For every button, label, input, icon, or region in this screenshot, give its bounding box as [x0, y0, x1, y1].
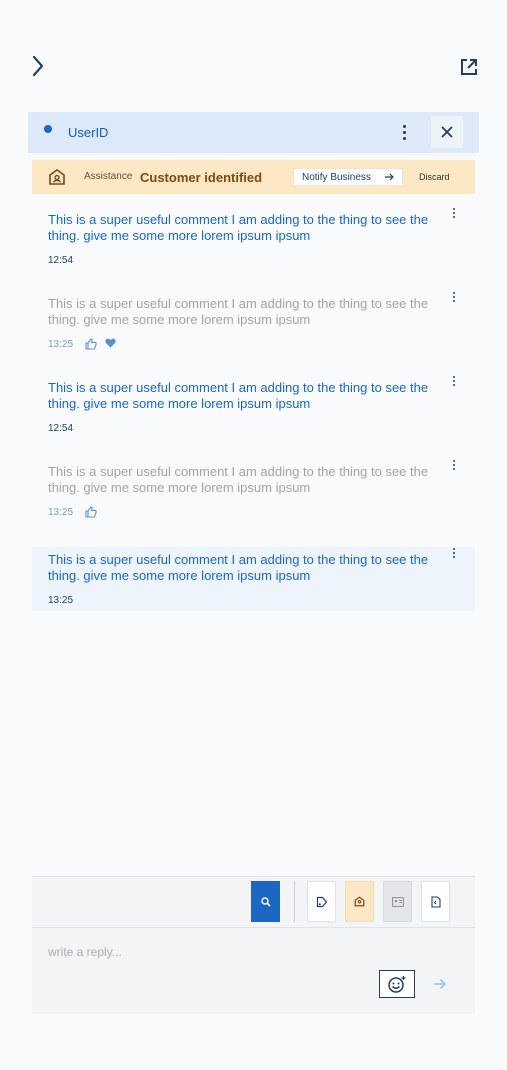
message-more-button[interactable]	[451, 292, 457, 306]
store-icon	[49, 169, 65, 185]
arrow-right-icon	[385, 173, 394, 181]
chevron-right-icon	[32, 55, 44, 77]
open-external-icon	[461, 59, 477, 75]
discard-button[interactable]: Discard	[419, 172, 450, 182]
id-card-button[interactable]	[383, 881, 412, 922]
online-status-dot	[44, 125, 52, 133]
message-text: This is a super useful comment I am addi…	[48, 380, 429, 411]
search-icon	[260, 896, 271, 907]
store-icon	[354, 896, 365, 907]
notify-business-label: Notify Business	[302, 171, 371, 183]
banner-title: Customer identified	[140, 170, 263, 185]
tag-button[interactable]	[307, 881, 336, 922]
reply-input[interactable]	[48, 943, 378, 961]
close-button[interactable]	[431, 116, 463, 148]
assistance-label: Assistance	[84, 171, 133, 182]
conversation-header: UserID	[28, 112, 479, 153]
expand-chevron-button[interactable]	[26, 52, 50, 80]
emoji-button[interactable]	[379, 970, 415, 998]
reply-composer	[32, 876, 475, 1014]
message-text: This is a super useful comment I am addi…	[48, 212, 429, 243]
document-button[interactable]	[421, 881, 450, 922]
message-time: 12:54	[48, 255, 74, 266]
send-button[interactable]	[426, 970, 454, 998]
tag-icon	[316, 896, 327, 907]
user-id-label: UserID	[68, 125, 109, 140]
thumbs-up-icon[interactable]	[85, 338, 97, 350]
message-more-button[interactable]	[451, 548, 457, 562]
heart-icon[interactable]	[105, 338, 116, 348]
message-more-button[interactable]	[451, 208, 457, 222]
message-more-button[interactable]	[451, 376, 457, 390]
message-time: 12:54	[48, 423, 74, 434]
header-more-button[interactable]	[394, 120, 414, 144]
message-more-button[interactable]	[451, 460, 457, 474]
assistance-banner: Assistance Customer identified Notify Bu…	[32, 160, 475, 194]
thumbs-up-icon[interactable]	[85, 506, 97, 518]
search-button[interactable]	[251, 881, 280, 922]
toolbar-divider	[294, 881, 295, 922]
composer-divider	[32, 927, 475, 928]
document-icon	[430, 895, 441, 908]
id-card-icon	[391, 896, 404, 907]
notify-business-button[interactable]: Notify Business	[293, 168, 403, 186]
message-text: This is a super useful comment I am addi…	[48, 464, 429, 495]
close-icon	[441, 126, 453, 138]
message-text: This is a super useful comment I am addi…	[48, 552, 429, 583]
message-time: 13:25	[48, 595, 74, 606]
open-external-button[interactable]	[456, 54, 482, 80]
message-time: 13:25	[48, 507, 74, 518]
message-text: This is a super useful comment I am addi…	[48, 296, 429, 327]
send-arrow-icon	[434, 978, 447, 990]
message-time: 13:25	[48, 339, 74, 350]
store-button[interactable]	[345, 881, 374, 922]
emoji-add-icon	[388, 976, 406, 993]
